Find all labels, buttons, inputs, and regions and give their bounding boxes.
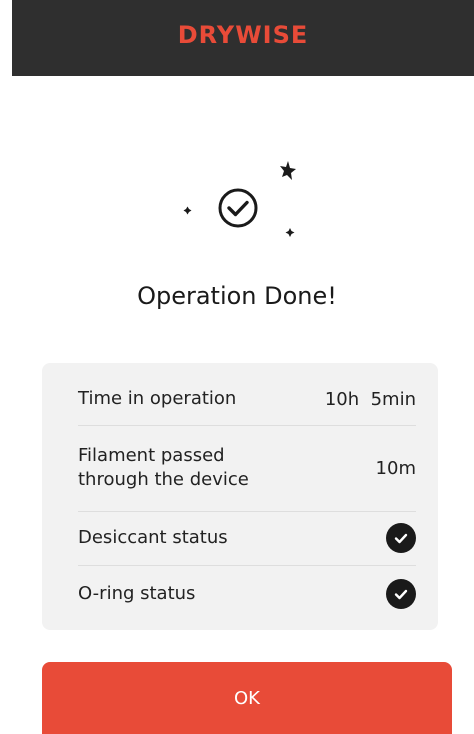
summary-row-oring: O-ring status: [78, 565, 416, 623]
row-label-oring: O-ring status: [78, 583, 196, 604]
row-label-filament: Filament passed through the device: [78, 445, 249, 490]
summary-row-filament: Filament passed through the device 10m: [78, 425, 416, 512]
app-header: DRYWISE: [12, 0, 474, 76]
summary-row-desiccant: Desiccant status: [78, 511, 416, 566]
row-label-time: Time in operation: [78, 388, 237, 409]
row-label-desiccant: Desiccant status: [78, 527, 228, 548]
ok-button[interactable]: OK: [42, 662, 452, 734]
row-value-time: 10h 5min: [324, 388, 416, 410]
check-badge-icon: [386, 579, 416, 609]
check-badge-icon: [386, 523, 416, 553]
check-circle-icon: [183, 161, 296, 237]
summary-row-time: Time in operation 10h 5min: [78, 373, 416, 426]
page-title: Operation Done!: [137, 282, 337, 310]
brand-logo: DRYWISE: [177, 21, 309, 49]
success-illustration: [178, 158, 298, 248]
row-value-filament: 10m: [375, 457, 416, 479]
summary-card: Time in operation 10h 5min Filament pass…: [42, 363, 438, 630]
